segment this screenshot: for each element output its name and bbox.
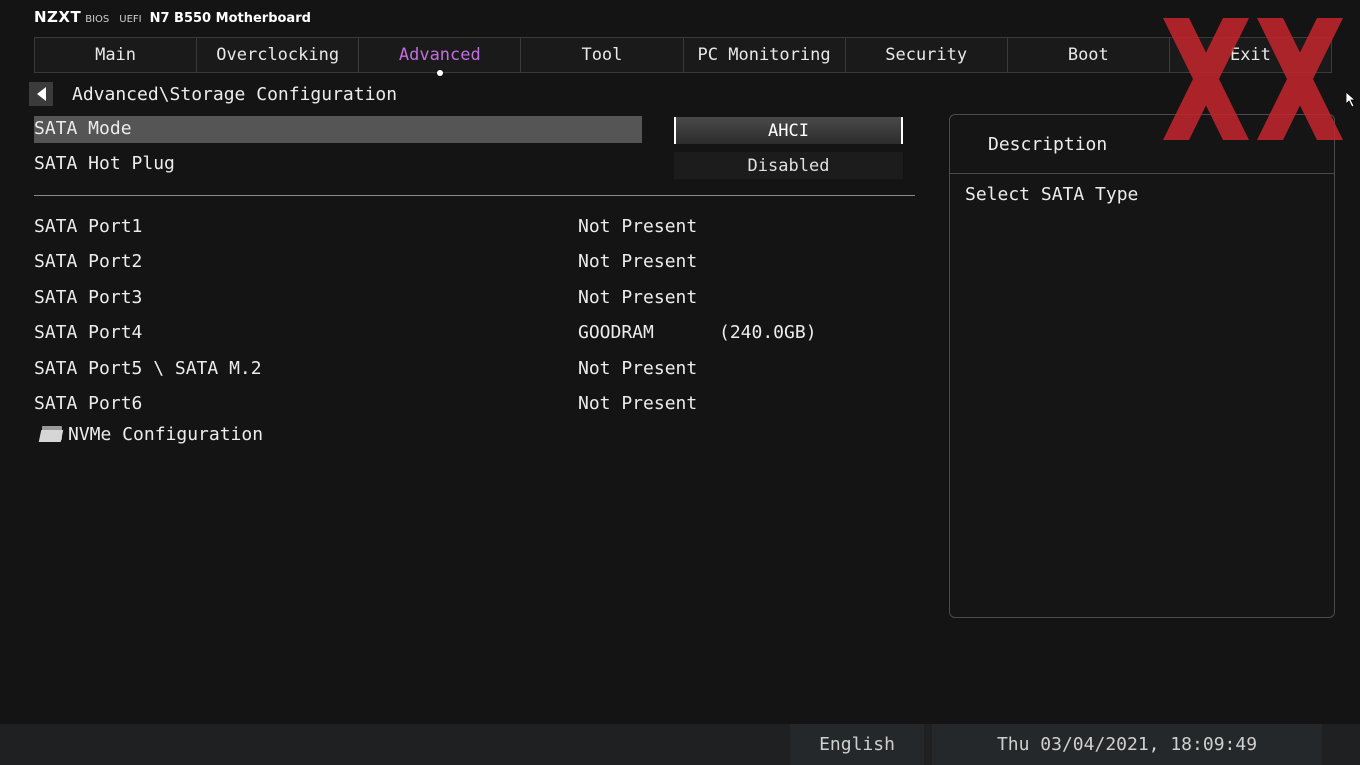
port-value: Not Present [578,287,698,308]
sata-hot-plug-select[interactable]: Disabled [674,152,903,179]
port-label: SATA Port1 [34,216,143,237]
board-name: N7 B550 Motherboard [149,11,311,26]
description-panel: Description Select SATA Type [949,114,1335,618]
back-button[interactable] [29,82,53,106]
breadcrumb: Advanced\Storage Configuration [72,84,398,105]
port-value: Not Present [578,251,698,272]
sata-mode-select[interactable]: AHCI [674,117,903,144]
main-tabs: Main Overclocking Advanced Tool PC Monit… [34,37,1332,76]
nvme-configuration-label: NVMe Configuration [68,424,264,445]
port-value: Not Present [578,358,698,379]
tab-label: PC Monitoring [697,45,831,65]
divider [34,195,915,196]
tab-security[interactable]: Security [846,38,1008,72]
port-value: GOODRAM [578,322,654,343]
mouse-cursor-icon [1346,92,1356,108]
tab-pc-monitoring[interactable]: PC Monitoring [684,38,846,72]
tab-label: Advanced [398,45,481,65]
sata-mode-label[interactable]: SATA Mode [34,118,132,139]
port-value: Not Present [578,216,698,237]
port-value: Not Present [578,393,698,414]
uefi-label: UEFI [119,14,142,25]
language-button[interactable]: English [790,724,924,765]
tab-tool[interactable]: Tool [521,38,684,72]
tab-label: Security [885,45,968,65]
active-tab-indicator [436,70,443,76]
tab-main[interactable]: Main [35,38,198,72]
tab-label: Boot [1067,45,1109,65]
port-label: SATA Port6 [34,393,143,414]
footer-bar: English Thu 03/04/2021, 18:09:49 [0,724,1360,765]
tab-overclocking[interactable]: Overclocking [197,38,360,72]
tab-label: Tool [581,45,623,65]
port-capacity: (240.0GB) [719,322,817,343]
brand: NZXT BIOS UEFI N7 B550 Motherboard [34,8,311,28]
double-x-watermark-icon [1163,18,1343,140]
nzxt-logo: NZXT [34,8,82,26]
description-text: Select SATA Type [965,184,1139,205]
port-label: SATA Port4 [34,322,143,343]
folder-icon [38,426,64,442]
back-arrow-icon [36,87,46,101]
port-label: SATA Port3 [34,287,143,308]
tab-advanced[interactable]: Advanced [359,38,522,76]
datetime-display[interactable]: Thu 03/04/2021, 18:09:49 [932,724,1322,765]
nvme-configuration-item[interactable]: NVMe Configuration [34,424,263,445]
bios-label: BIOS [85,14,110,25]
port-label: SATA Port5 \ SATA M.2 [34,358,262,379]
sata-hot-plug-label[interactable]: SATA Hot Plug [34,153,175,174]
tab-label: Overclocking [216,45,340,65]
port-label: SATA Port2 [34,251,143,272]
tab-boot[interactable]: Boot [1008,38,1170,72]
tab-label: Main [95,45,137,65]
